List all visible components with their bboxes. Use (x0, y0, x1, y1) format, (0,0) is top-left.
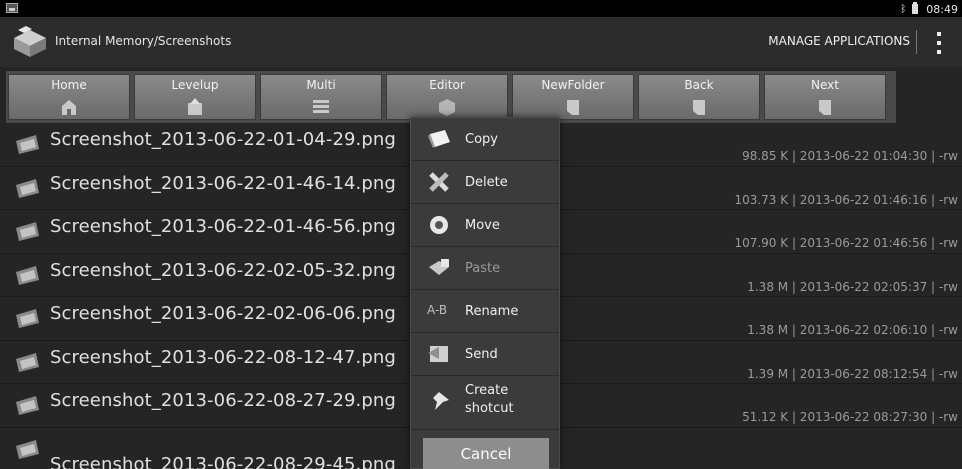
menu-item-move[interactable]: Move (411, 204, 559, 247)
file-meta: 107.90 K | 2013-06-22 01:46:56 | -rw (734, 236, 958, 250)
menu-item-label: Rename (465, 304, 519, 319)
file-meta: 98.85 K | 2013-06-22 01:04:30 | -rw (742, 149, 958, 163)
context-menu: Copy Delete Move Paste A-B Rename Send C… (410, 117, 560, 469)
menu-item-label: Delete (465, 175, 508, 190)
editor-button-label: Editor (429, 78, 465, 92)
new-folder-button-label: NewFolder (541, 78, 605, 92)
image-file-icon (16, 178, 39, 198)
toolbar: Home Levelup Multi Editor NewFolder Back… (6, 71, 896, 123)
next-icon (819, 100, 831, 115)
image-file-icon (16, 265, 39, 285)
levelup-button-label: Levelup (171, 78, 219, 92)
file-name: Screenshot_2013-06-22-01-04-29.png (50, 129, 396, 150)
current-path-title: Internal Memory/Screenshots (55, 34, 232, 48)
action-bar: Internal Memory/Screenshots MANAGE APPLI… (0, 17, 962, 67)
paste-icon (429, 259, 449, 275)
file-meta: 51.12 K | 2013-06-22 08:27:30 | -rw (742, 410, 958, 424)
new-folder-icon (567, 100, 579, 115)
file-name: Screenshot_2013-06-22-02-06-06.png (50, 303, 396, 324)
file-manager-app-icon[interactable] (12, 26, 48, 58)
pin-icon (433, 392, 449, 410)
image-file-icon (16, 352, 39, 372)
file-name: Screenshot_2013-06-22-08-27-29.png (50, 390, 396, 411)
home-button[interactable]: Home (8, 74, 130, 120)
file-meta: 1.38 M | 2013-06-22 02:06:10 | -rw (747, 323, 958, 337)
menu-item-label: Create shotcut (465, 383, 514, 416)
status-bar: ᛒ 08:49 (0, 0, 962, 17)
next-button-label: Next (811, 78, 839, 92)
status-time: 08:49 (926, 2, 958, 16)
levelup-icon (188, 98, 202, 115)
home-icon (62, 100, 76, 115)
action-bar-divider (916, 30, 917, 54)
menu-item-create-shortcut[interactable]: Create shotcut (411, 376, 559, 430)
image-file-icon (16, 222, 39, 241)
file-name: Screenshot_2013-06-22-01-46-14.png (50, 172, 396, 194)
menu-item-rename[interactable]: A-B Rename (411, 290, 559, 333)
screenshot-notification-icon (6, 3, 18, 13)
back-button[interactable]: Back (638, 74, 760, 120)
multi-button-label: Multi (306, 78, 336, 92)
menu-item-label: Paste (465, 261, 501, 276)
manage-applications-button[interactable]: MANAGE APPLICATIONS (768, 34, 910, 48)
menu-item-paste[interactable]: Paste (411, 247, 559, 290)
multi-select-icon (313, 100, 329, 113)
cancel-button[interactable]: Cancel (423, 438, 549, 469)
back-button-label: Back (684, 78, 714, 92)
image-file-icon (16, 396, 39, 415)
editor-icon (439, 99, 455, 116)
rename-icon: A-B (427, 303, 448, 317)
next-button[interactable]: Next (764, 74, 886, 120)
home-button-label: Home (51, 78, 87, 92)
levelup-button[interactable]: Levelup (134, 74, 256, 120)
file-name: Screenshot_2013-06-22-01-46-56.png (50, 216, 396, 237)
menu-item-send[interactable]: Send (411, 333, 559, 376)
menu-item-label: Move (465, 218, 500, 233)
menu-item-copy[interactable]: Copy (411, 118, 559, 161)
file-name: Screenshot_2013-06-22-02-05-32.png (50, 259, 396, 281)
image-file-icon (16, 439, 39, 459)
send-icon (428, 346, 448, 362)
image-file-icon (16, 135, 39, 154)
file-name: Screenshot_2013-06-22-08-12-47.png (50, 346, 396, 368)
back-icon (693, 100, 705, 115)
file-meta: 1.39 M | 2013-06-22 08:12:54 | -rw (747, 366, 958, 381)
file-name: Screenshot_2013-06-22-08-29-45.png (50, 453, 396, 469)
editor-button[interactable]: Editor (386, 74, 508, 120)
menu-item-delete[interactable]: Delete (411, 161, 559, 204)
file-meta: 1.38 M | 2013-06-22 02:05:37 | -rw (747, 279, 958, 294)
copy-icon (428, 130, 450, 148)
multi-button[interactable]: Multi (260, 74, 382, 120)
menu-item-label: Send (465, 347, 498, 362)
move-icon (430, 216, 448, 234)
delete-icon (429, 172, 449, 192)
menu-item-label: Copy (465, 132, 498, 147)
file-meta: 103.73 K | 2013-06-22 01:46:16 | -rw (734, 192, 958, 207)
overflow-menu-icon[interactable] (936, 32, 942, 54)
battery-icon (912, 2, 919, 14)
status-right: ᛒ 08:49 (900, 1, 958, 17)
bluetooth-icon: ᛒ (900, 3, 907, 15)
image-file-icon (16, 309, 39, 328)
new-folder-button[interactable]: NewFolder (512, 74, 634, 120)
